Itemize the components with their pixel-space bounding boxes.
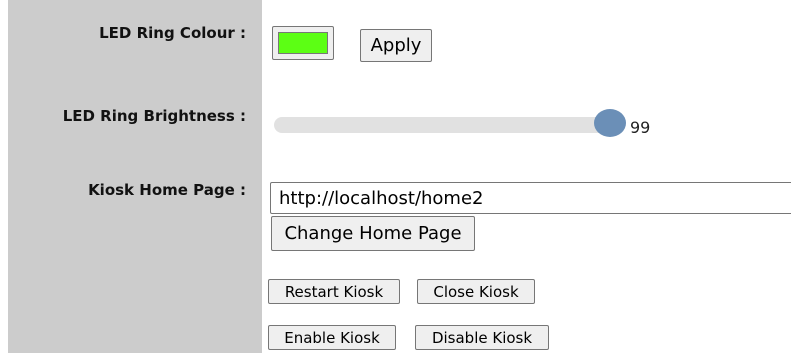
apply-button[interactable]: Apply <box>360 29 432 62</box>
restart-kiosk-button[interactable]: Restart Kiosk <box>268 279 400 304</box>
brightness-slider-thumb[interactable] <box>594 109 626 137</box>
kiosk-home-page-label: Kiosk Home Page : <box>88 181 246 199</box>
disable-kiosk-button[interactable]: Disable Kiosk <box>415 325 549 350</box>
brightness-value: 99 <box>630 118 651 137</box>
led-ring-brightness-label: LED Ring Brightness : <box>62 107 246 125</box>
change-home-page-button[interactable]: Change Home Page <box>271 216 475 251</box>
led-ring-colour-label: LED Ring Colour : <box>99 24 246 42</box>
brightness-slider-track[interactable] <box>274 117 619 133</box>
label-column: LED Ring Colour : LED Ring Brightness : … <box>8 0 262 353</box>
settings-page: LED Ring Colour : LED Ring Brightness : … <box>0 0 791 353</box>
close-kiosk-button[interactable]: Close Kiosk <box>417 279 535 304</box>
colour-swatch <box>278 32 328 54</box>
enable-kiosk-button[interactable]: Enable Kiosk <box>268 325 396 350</box>
led-colour-picker[interactable] <box>272 26 334 60</box>
home-page-url-input[interactable] <box>270 182 791 214</box>
